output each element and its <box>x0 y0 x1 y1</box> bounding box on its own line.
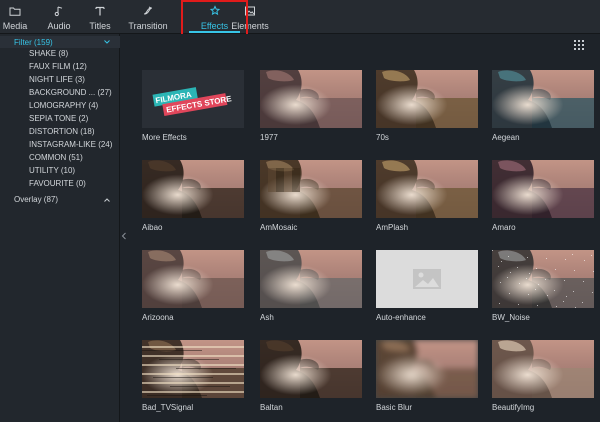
effect-thumbnail[interactable] <box>260 250 362 308</box>
category-sidebar: Filter (159) SHAKE (8) FAUX FILM (12) NI… <box>0 34 120 422</box>
effect-thumbnail[interactable] <box>376 250 478 308</box>
effect-name: More Effects <box>142 133 187 142</box>
effect-thumbnail[interactable] <box>142 340 244 398</box>
effect-thumbnail[interactable] <box>376 70 478 128</box>
sparkle-icon <box>209 5 220 16</box>
tab-audio-label: Audio <box>47 21 71 31</box>
tab-media-label: Media <box>2 21 28 31</box>
sidebar-item-sepia-tone[interactable]: SEPIA TONE (2) <box>29 113 88 125</box>
effect-name: 70s <box>376 133 389 142</box>
effect-name: AmPlash <box>376 223 409 232</box>
tab-elements-label: Elements <box>231 21 269 31</box>
image-placeholder-icon <box>413 269 441 289</box>
effect-name: Ash <box>260 313 274 322</box>
tab-effects-label: Effects <box>200 21 229 31</box>
effect-thumbnail[interactable] <box>492 340 594 398</box>
effect-name: Arizoona <box>142 313 174 322</box>
chevron-up-icon[interactable] <box>103 196 111 204</box>
collapse-sidebar-icon[interactable] <box>121 232 127 240</box>
effect-name: Aibao <box>142 223 163 232</box>
effect-name: Basic Blur <box>376 403 413 412</box>
sidebar-item-lomography[interactable]: LOMOGRAPHY (4) <box>29 100 98 112</box>
text-icon <box>95 6 105 16</box>
sidebar-item-favourite[interactable]: FAVOURITE (0) <box>29 178 86 190</box>
transition-icon <box>143 6 153 15</box>
effect-name: BeautifyImg <box>492 403 535 412</box>
effect-name: Auto-enhance <box>376 313 426 322</box>
sidebar-item-faux-film[interactable]: FAUX FILM (12) <box>29 61 87 73</box>
effect-name: Bad_TVSignal <box>142 403 194 412</box>
effect-thumbnail[interactable] <box>260 340 362 398</box>
effect-name: Aegean <box>492 133 520 142</box>
sidebar-item-background[interactable]: BACKGROUND ... (27) <box>29 87 112 99</box>
tab-media[interactable]: Media <box>0 0 30 34</box>
grid-view-icon[interactable] <box>574 40 584 50</box>
sidebar-item-shake[interactable]: SHAKE (8) <box>29 48 68 60</box>
tab-titles-label: Titles <box>89 21 111 31</box>
effect-name: 1977 <box>260 133 278 142</box>
sidebar-item-instagram-like[interactable]: INSTAGRAM-LIKE (24) <box>29 139 112 151</box>
effect-name: Amaro <box>492 223 516 232</box>
music-note-icon <box>54 6 63 17</box>
effect-thumbnail[interactable] <box>376 160 478 218</box>
effect-thumbnail[interactable] <box>492 70 594 128</box>
sidebar-item-distortion[interactable]: DISTORTION (18) <box>29 126 95 138</box>
effect-thumbnail[interactable]: FILMORA EFFECTS STORE <box>142 70 244 128</box>
sidebar-item-night-life[interactable]: NIGHT LIFE (3) <box>29 74 85 86</box>
effect-name: Baltan <box>260 403 283 412</box>
tab-transition[interactable]: Transition <box>127 0 169 34</box>
sidebar-item-common[interactable]: COMMON (51) <box>29 152 83 164</box>
effect-name: AmMosaic <box>260 223 298 232</box>
image-icon <box>245 6 255 16</box>
effect-thumbnail[interactable] <box>376 340 478 398</box>
effects-library: FILMORA EFFECTS STORE More Effects 1977 … <box>130 34 600 422</box>
chevron-down-icon[interactable] <box>103 38 111 46</box>
effect-thumbnail[interactable] <box>260 160 362 218</box>
effect-thumbnail[interactable] <box>492 250 594 308</box>
effect-thumbnail[interactable] <box>260 70 362 128</box>
effect-thumbnail[interactable] <box>142 160 244 218</box>
folder-icon <box>9 7 21 16</box>
top-toolbar: Media Audio Titles Transition Effects El… <box>0 0 600 40</box>
effect-thumbnail[interactable] <box>492 160 594 218</box>
effect-name: BW_Noise <box>492 313 530 322</box>
sidebar-item-overlay[interactable]: Overlay (87) <box>14 194 58 206</box>
sidebar-item-utility[interactable]: UTILITY (10) <box>29 165 75 177</box>
tab-titles[interactable]: Titles <box>86 0 114 34</box>
tab-elements[interactable]: Elements <box>228 0 272 34</box>
tab-audio[interactable]: Audio <box>44 0 74 34</box>
tab-transition-label: Transition <box>128 21 168 31</box>
effect-thumbnail[interactable] <box>142 250 244 308</box>
